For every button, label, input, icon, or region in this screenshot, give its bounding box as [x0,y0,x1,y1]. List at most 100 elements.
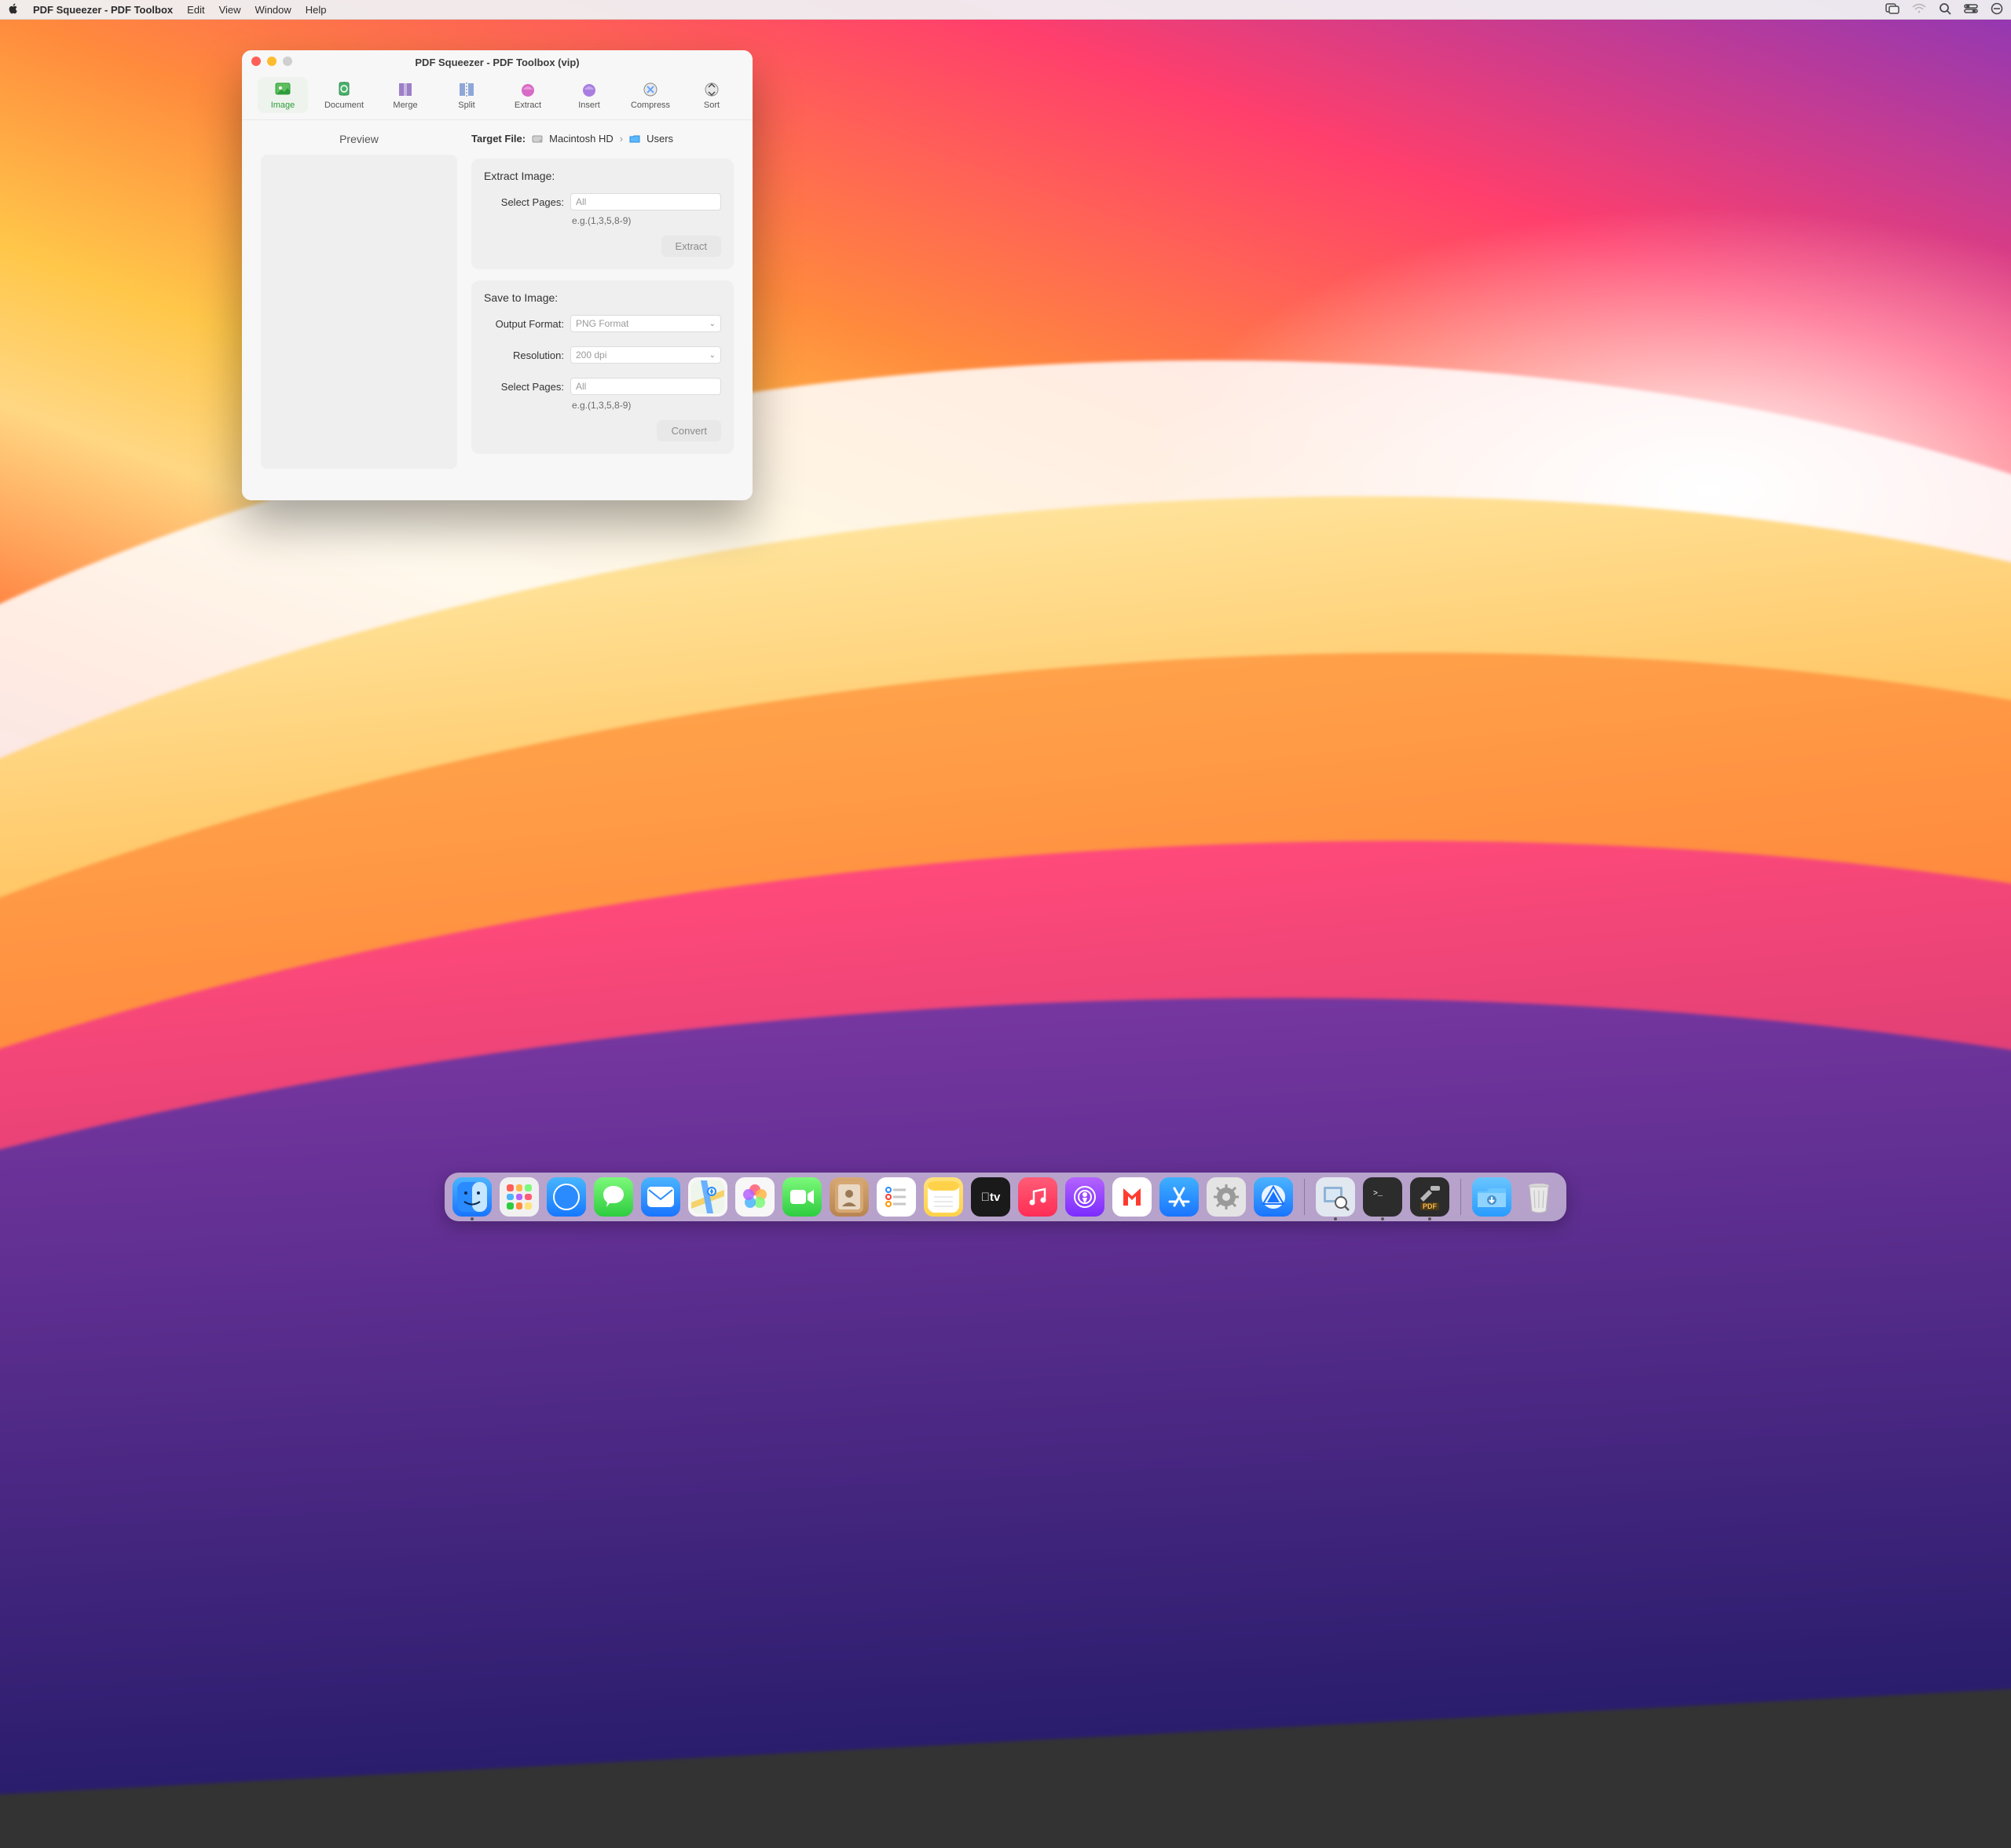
toolbar-tab-compress[interactable]: Compress [625,77,676,113]
save-to-image-panel: Save to Image: Output Format: PNG Format… [471,280,734,454]
dock-terminal[interactable]: >_ [1363,1177,1402,1217]
resolution-select[interactable]: 200 dpi ⌄ [570,346,721,364]
titlebar[interactable]: PDF Squeezer - PDF Toolbox (vip) [242,50,753,74]
compress-icon [641,80,660,99]
toolbar-label: Merge [393,101,417,110]
dock-facetime[interactable] [782,1177,822,1217]
toolbar-tab-image[interactable]: Image [258,77,308,113]
dock-trash[interactable] [1519,1177,1559,1217]
maps-icon [691,1180,724,1213]
window-close-button[interactable] [251,57,261,66]
safari-icon [551,1181,582,1213]
menu-view[interactable]: View [219,4,241,16]
menu-edit[interactable]: Edit [187,4,204,16]
select-pages-input[interactable]: All [570,193,721,210]
panel-title: Extract Image: [484,170,721,182]
appstore-icon [1167,1184,1192,1209]
toolbar-tab-split[interactable]: Split [441,77,492,113]
dock-art-app[interactable] [1254,1177,1293,1217]
dock-separator [1460,1179,1461,1215]
input-placeholder: All [576,196,586,207]
output-format-label: Output Format: [484,318,564,330]
image-icon [273,80,292,99]
dock-messages[interactable] [594,1177,633,1217]
gear-icon [1212,1183,1240,1211]
split-icon [457,80,476,99]
dock-contacts[interactable] [830,1177,869,1217]
select-pages-label: Select Pages: [484,196,564,208]
pdf-badge: PDF [1420,1202,1439,1210]
input-placeholder: All [576,381,586,392]
dock-mail[interactable] [641,1177,680,1217]
drive-icon [532,134,543,145]
dock-downloads[interactable] [1472,1177,1511,1217]
dock-finder[interactable] [452,1177,492,1217]
dock-preview-app[interactable] [1316,1177,1355,1217]
breadcrumb-item[interactable]: Macintosh HD [549,133,614,145]
panel-title: Save to Image: [484,291,721,304]
breadcrumb-separator-icon: › [620,133,623,145]
dock-tv[interactable]: tv [971,1177,1010,1217]
preview-icon [1320,1181,1351,1213]
extract-icon [518,80,537,99]
tv-icon: tv [981,1191,1001,1204]
music-icon [1026,1185,1049,1209]
wifi-icon[interactable] [1912,3,1926,16]
menubar-appname[interactable]: PDF Squeezer - PDF Toolbox [33,4,173,16]
select-value: PNG Format [576,318,628,329]
apple-menu[interactable] [8,3,19,16]
extract-button[interactable]: Extract [661,236,721,257]
do-not-disturb-icon[interactable] [1991,2,2003,17]
select-pages-label: Select Pages: [484,381,564,393]
art-icon [1259,1183,1288,1211]
window-zoom-button[interactable] [283,57,292,66]
dock-music[interactable] [1018,1177,1057,1217]
toolbar-tab-merge[interactable]: Merge [380,77,430,113]
window-minimize-button[interactable] [267,57,277,66]
sort-icon [702,80,721,99]
control-center-icon[interactable] [1964,4,1978,16]
dock-notes[interactable] [924,1177,963,1217]
toolbar-tab-extract[interactable]: Extract [503,77,553,113]
dock-news[interactable] [1112,1177,1152,1217]
reminders-icon [881,1181,912,1213]
toolbar-tab-insert[interactable]: Insert [564,77,614,113]
folder-icon [629,134,640,145]
menu-help[interactable]: Help [306,4,327,16]
dock-pdf-squeezer[interactable]: PDF [1410,1177,1449,1217]
toolbar-label: Extract [515,101,541,110]
spotlight-icon[interactable] [1939,2,1951,17]
select-value: 200 dpi [576,349,606,360]
stage-manager-icon[interactable] [1885,3,1899,16]
pages-hint: e.g.(1,3,5,8-9) [572,215,721,226]
breadcrumb-item[interactable]: Users [647,133,673,145]
save-select-pages-input[interactable]: All [570,378,721,395]
toolbar-label: Sort [704,101,720,110]
news-icon [1120,1185,1144,1209]
toolbar-label: Image [271,101,295,110]
terminal-icon: >_ [1368,1184,1397,1209]
downloads-folder-icon [1476,1184,1507,1210]
mail-icon [647,1187,674,1207]
dock-system-preferences[interactable] [1207,1177,1246,1217]
facetime-icon [789,1187,815,1207]
convert-button[interactable]: Convert [657,420,721,441]
dock-maps[interactable] [688,1177,727,1217]
toolbar-tab-document[interactable]: Document [319,77,369,113]
svg-text:>_: >_ [1373,1190,1383,1198]
dock-reminders[interactable] [877,1177,916,1217]
preview-dropzone[interactable] [261,155,457,469]
document-icon [335,80,353,99]
dock-safari[interactable] [547,1177,586,1217]
dock-appstore[interactable] [1159,1177,1199,1217]
toolbar-label: Insert [578,101,600,110]
output-format-select[interactable]: PNG Format ⌄ [570,315,721,332]
dock-launchpad[interactable] [500,1177,539,1217]
toolbar-tab-sort[interactable]: Sort [687,77,737,113]
window-title: PDF Squeezer - PDF Toolbox (vip) [415,57,579,68]
dock-podcasts[interactable] [1065,1177,1104,1217]
toolbar-tab-encrypt[interactable]: Encrypt [748,77,753,113]
dock-photos[interactable] [735,1177,775,1217]
menu-window[interactable]: Window [255,4,291,16]
toolbar-label: Split [458,101,474,110]
